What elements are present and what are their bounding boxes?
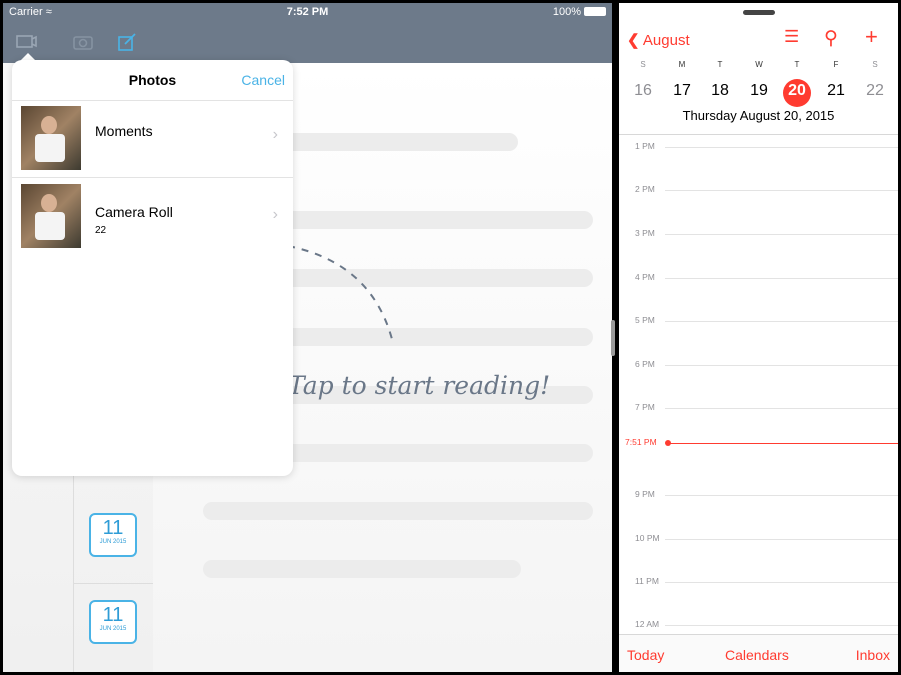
week-day[interactable]: 18 (705, 82, 735, 100)
weekday-letter: T (794, 60, 800, 69)
app-toolbar (3, 23, 612, 63)
current-time-indicator: 7:51 PM (619, 437, 898, 449)
placeholder-line (203, 560, 521, 578)
hour-row[interactable]: 5 PM (619, 315, 898, 327)
camera-icon[interactable] (72, 31, 94, 53)
hour-row[interactable]: 12 AM (619, 619, 898, 631)
dashed-arc-icon (287, 245, 394, 344)
hour-row[interactable]: 2 PM (619, 184, 898, 196)
weekday-letter: W (755, 60, 763, 69)
hour-row[interactable]: 10 PM (619, 533, 898, 545)
reading-list-icon[interactable] (15, 31, 37, 53)
album-row-camera-roll[interactable]: Camera Roll 22 › (12, 178, 293, 255)
album-thumbnail (21, 106, 81, 170)
week-day[interactable]: 21 (821, 82, 851, 100)
chevron-right-icon: › (272, 206, 278, 223)
weekday-letter: M (678, 60, 686, 69)
placeholder-line (203, 502, 593, 520)
tap-to-start-prompt: Tap to start reading! (288, 371, 551, 400)
photos-popover: Photos Cancel Moments › Camera Roll 22 › (12, 60, 293, 476)
weekday-letter: T (717, 60, 723, 69)
back-to-month-button[interactable]: ❮ August (627, 31, 690, 49)
add-event-icon[interactable]: + (865, 24, 878, 50)
album-thumbnail (21, 184, 81, 248)
split-view-frame: Carrier ≈ 7:52 PM 100% 11 JUN 2015 11 JU… (0, 0, 901, 675)
compose-icon[interactable] (116, 31, 138, 53)
chevron-right-icon: › (272, 126, 278, 143)
weekday-letter: S (640, 60, 646, 69)
weekday-letter: F (833, 60, 839, 69)
status-time: 7:52 PM (286, 6, 329, 18)
week-day[interactable]: 22 (860, 82, 890, 100)
calendar-app: ❮ August ☰ ⚲ + S M T W T F S 16 17 18 19… (619, 3, 898, 672)
calendar-bottom-bar: Today Calendars Inbox (619, 634, 898, 672)
header-divider (619, 134, 898, 135)
week-day[interactable]: 16 (628, 82, 658, 100)
week-day-selected[interactable]: 20 (782, 82, 812, 100)
today-button[interactable]: Today (627, 647, 664, 663)
search-icon[interactable]: ⚲ (824, 27, 838, 50)
battery-indicator: 100% (553, 6, 606, 18)
split-view-divider-handle[interactable] (611, 320, 615, 356)
hour-row[interactable]: 1 PM (619, 141, 898, 153)
calendars-button[interactable]: Calendars (725, 647, 789, 663)
sidebar-divider (73, 583, 153, 584)
cancel-button[interactable]: Cancel (241, 72, 285, 88)
hour-row[interactable]: 4 PM (619, 272, 898, 284)
battery-icon (584, 7, 606, 16)
hour-row[interactable]: 6 PM (619, 359, 898, 371)
hour-row[interactable]: 11 PM (619, 576, 898, 588)
hour-row[interactable]: 3 PM (619, 228, 898, 240)
album-name: Camera Roll (95, 204, 173, 220)
album-name: Moments (95, 123, 153, 139)
reader-app: Carrier ≈ 7:52 PM 100% 11 JUN 2015 11 JU… (3, 3, 612, 672)
selected-date-label: Thursday August 20, 2015 (682, 108, 835, 123)
week-day[interactable]: 17 (667, 82, 697, 100)
album-count: 22 (95, 225, 107, 236)
list-view-icon[interactable]: ☰ (784, 27, 799, 47)
date-badge[interactable]: 11 JUN 2015 (89, 513, 137, 557)
hour-row[interactable]: 7 PM (619, 402, 898, 414)
album-row-moments[interactable]: Moments › (12, 100, 293, 177)
status-bar: Carrier ≈ 7:52 PM 100% (3, 3, 612, 23)
hour-row[interactable]: 9 PM (619, 489, 898, 501)
date-badge[interactable]: 11 JUN 2015 (89, 600, 137, 644)
slide-over-grabber[interactable] (743, 10, 775, 15)
sidebar-column-line (73, 463, 74, 672)
chevron-left-icon: ❮ (627, 32, 640, 49)
weekday-letter: S (872, 60, 878, 69)
week-day[interactable]: 19 (744, 82, 774, 100)
inbox-button[interactable]: Inbox (856, 647, 890, 663)
